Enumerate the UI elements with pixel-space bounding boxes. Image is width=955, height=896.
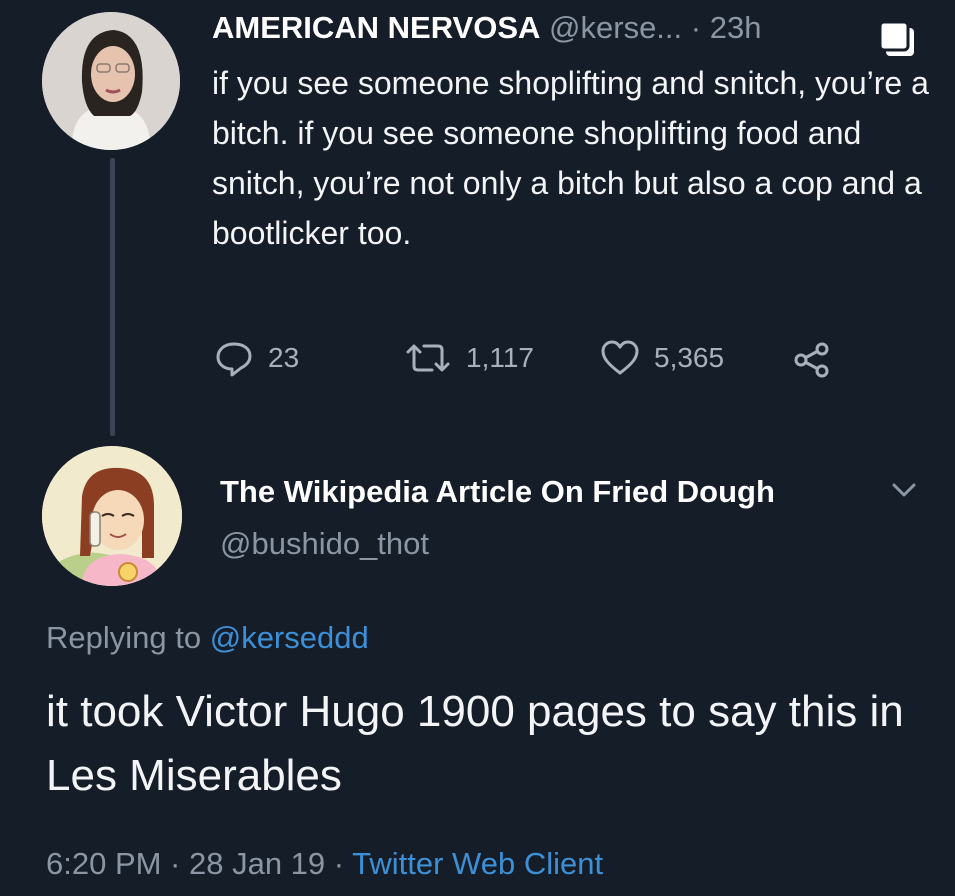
tweet1-time[interactable]: 23h — [710, 10, 762, 45]
tweet2-display-name[interactable]: The Wikipedia Article On Fried Dough — [220, 470, 775, 514]
avatar-image — [42, 446, 182, 586]
like-icon — [601, 340, 639, 375]
replying-to-label: Replying to — [46, 620, 210, 655]
tweet1-text: if you see someone shoplifting and snitc… — [212, 65, 938, 251]
reply-icon — [216, 342, 252, 377]
retweet-icon — [406, 344, 450, 372]
like-action[interactable]: 5,365 — [600, 338, 724, 378]
retweet-count: 1,117 — [466, 342, 534, 373]
tweet1-handle[interactable]: @kerse... — [549, 10, 682, 45]
share-icon[interactable] — [792, 340, 832, 380]
chevron-down-icon[interactable] — [888, 474, 920, 506]
tweet2-handle[interactable]: @bushido_thot — [220, 522, 429, 566]
tweet1-header: AMERICAN NERVOSA @kerse... · 23h — [212, 6, 761, 50]
tweet2-timestamp[interactable]: 6:20 PM · 28 Jan 19 · — [46, 846, 352, 881]
tweet1-display-name[interactable]: AMERICAN NERVOSA — [212, 10, 540, 45]
replying-to-handle[interactable]: @kerseddd — [210, 620, 369, 655]
tweet2-meta: 6:20 PM · 28 Jan 19 · Twitter Web Client — [46, 842, 603, 886]
reply-count: 23 — [268, 342, 300, 373]
avatar-american-nervosa[interactable] — [42, 12, 180, 150]
copy-icon[interactable] — [878, 18, 920, 60]
replying-to-line: Replying to @kerseddd — [46, 616, 369, 660]
retweet-action[interactable]: 1,117 — [404, 338, 534, 378]
tweet2-text: it took Victor Hugo 1900 pages to say th… — [46, 687, 904, 800]
tweet1-separator: · — [682, 10, 710, 45]
thread-connector-line — [110, 158, 115, 436]
avatar-fried-dough[interactable] — [42, 446, 182, 586]
like-count: 5,365 — [654, 342, 725, 373]
tweet2-client[interactable]: Twitter Web Client — [352, 846, 603, 881]
reply-action[interactable]: 23 — [214, 338, 299, 378]
avatar-image — [42, 12, 180, 150]
